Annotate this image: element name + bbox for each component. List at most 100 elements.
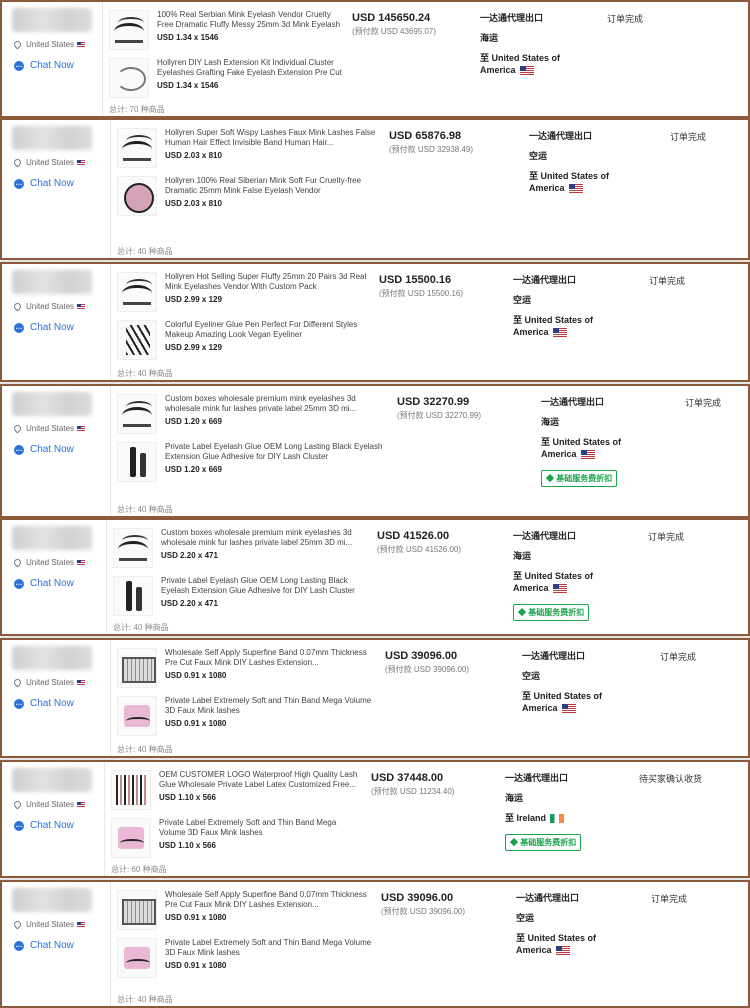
buyer-info: United States … Chat Now [2,120,102,258]
product-thumbnail[interactable] [111,770,151,810]
product-thumbnail[interactable] [117,696,157,736]
product-title[interactable]: OEM CUSTOMER LOGO Waterproof High Qualit… [159,770,364,790]
product-title[interactable]: Wholesale Self Apply Superfine Band 0.07… [165,648,378,668]
transport-mode: 空运 [529,151,548,161]
product-item[interactable]: Private Label Eyelash Glue OEM Long Last… [117,442,390,482]
product-title[interactable]: Hollyren Hot Selling Super Fluffy 25mm 2… [165,272,372,292]
product-title[interactable]: 100% Real Serbian Mink Eyelash Vendor Cr… [157,10,345,30]
shipping-info: 一达通代理出口 空运至 United States of America [513,274,623,346]
product-title[interactable]: Hollyren Super Soft Wispy Lashes Faux Mi… [165,128,382,148]
service-discount-badge[interactable]: ◆ 基础服务费折扣 [541,470,618,487]
product-item[interactable]: Custom boxes wholesale premium mink eyel… [113,528,370,568]
product-price-qty: USD 2.99 x 129 [165,343,222,352]
chat-now-button[interactable]: … Chat Now [14,178,74,189]
shipping-info: 一达通代理出口 海运至 United States of America ◆ 基础服务… [541,396,651,487]
product-title[interactable]: Hollyren 100% Real Siberian Mink Soft Fu… [165,176,382,196]
total-amount: USD 39096.00 [385,650,458,662]
product-info: Hollyren Super Soft Wispy Lashes Faux Mi… [165,128,382,168]
export-method: 一达通代理出口 [480,13,544,23]
product-thumbnail[interactable] [117,176,157,216]
product-item[interactable]: Private Label Extremely Soft and Thin Ba… [117,696,378,736]
product-title[interactable]: Wholesale Self Apply Superfine Band 0.07… [165,890,374,910]
badge-label: 基础服务费折扣 [520,838,577,847]
product-item[interactable]: 100% Real Serbian Mink Eyelash Vendor Cr… [109,10,345,50]
product-item[interactable]: Hollyren 100% Real Siberian Mink Soft Fu… [117,176,382,216]
product-info: Private Label Eyelash Glue OEM Long Last… [161,576,370,616]
product-item[interactable]: Colorful Eyeliner Glue Pen Perfect For D… [117,320,372,360]
product-title[interactable]: Private Label Extremely Soft and Thin Ba… [165,696,378,716]
product-price-qty: USD 1.10 x 566 [159,841,216,850]
product-item[interactable]: Hollyren Hot Selling Super Fluffy 25mm 2… [117,272,372,312]
product-title[interactable]: Private Label Extremely Soft and Thin Ba… [165,938,374,958]
product-thumbnail[interactable] [117,890,157,930]
us-flag-icon [519,66,534,76]
deposit-amount: (预付款 USD 15500.16) [379,289,464,298]
product-item[interactable]: Custom boxes wholesale premium mink eyel… [117,394,390,434]
product-info: Wholesale Self Apply Superfine Band 0.07… [165,890,374,930]
order-price: USD 39096.00 (预付款 USD 39096.00) [381,892,465,917]
product-thumbnail[interactable] [117,394,157,434]
chat-now-button[interactable]: … Chat Now [14,322,74,333]
service-discount-badge[interactable]: ◆ 基础服务费折扣 [505,834,582,851]
product-thumbnail[interactable] [109,58,149,98]
chat-now-button[interactable]: … Chat Now [14,578,74,589]
product-title[interactable]: Hollyren DIY Lash Extension Kit Individu… [157,58,345,78]
product-item[interactable]: Wholesale Self Apply Superfine Band 0.07… [117,648,378,688]
location-pin-icon [12,677,23,688]
total-amount: USD 65876.98 [389,130,462,142]
product-thumbnail[interactable] [117,938,157,978]
product-thumbnail[interactable] [109,10,149,50]
chat-now-button[interactable]: … Chat Now [14,940,74,951]
chat-now-button[interactable]: … Chat Now [14,444,74,455]
transport-mode: 空运 [513,295,532,305]
us-flag-icon [77,303,86,310]
location-pin-icon [12,919,23,930]
product-thumbnail[interactable] [113,528,153,568]
product-thumbnail[interactable] [117,128,157,168]
product-thumbnail[interactable] [117,320,157,360]
product-price-qty: USD 1.20 x 669 [165,417,222,426]
product-item[interactable]: Private Label Extremely Soft and Thin Ba… [117,938,374,978]
chat-now-button[interactable]: … Chat Now [14,820,74,831]
product-item[interactable]: OEM CUSTOMER LOGO Waterproof High Qualit… [111,770,364,810]
product-thumbnail[interactable] [113,576,153,616]
product-item[interactable]: Hollyren DIY Lash Extension Kit Individu… [109,58,345,98]
product-title[interactable]: Private Label Eyelash Glue OEM Long Last… [165,442,390,462]
product-title[interactable]: Custom boxes wholesale premium mink eyel… [165,394,390,414]
items-total: 总计: 40 种商品 [113,623,169,632]
product-item[interactable]: Wholesale Self Apply Superfine Band 0.07… [117,890,374,930]
product-thumbnail[interactable] [111,818,151,858]
export-method: 一达通代理出口 [505,773,569,783]
destination: 至 United States of America [513,570,623,594]
product-item[interactable]: Private Label Eyelash Glue OEM Long Last… [113,576,370,616]
destination: 至 United States of America [529,170,639,194]
product-title[interactable]: Private Label Extremely Soft and Thin Ba… [159,818,364,838]
shipping-info: 一达通代理出口 空运至 United States of America [529,130,639,202]
product-price-qty: USD 2.20 x 471 [161,551,218,560]
order-items: Custom boxes wholesale premium mink eyel… [106,520,373,634]
product-title[interactable]: Custom boxes wholesale premium mink eyel… [161,528,370,548]
us-flag-icon [77,679,86,686]
chat-bubble-icon: … [14,60,24,71]
buyer-name-blurred [12,270,92,294]
destination: 至 United States of America [522,690,632,714]
deposit-amount: (预付款 USD 43695.07) [352,27,437,36]
product-thumbnail[interactable] [117,648,157,688]
transport-mode: 海运 [541,417,560,427]
product-thumbnail[interactable] [117,442,157,482]
product-title[interactable]: Colorful Eyeliner Glue Pen Perfect For D… [165,320,372,340]
items-total: 总计: 40 种商品 [117,247,173,256]
product-item[interactable]: Private Label Extremely Soft and Thin Ba… [111,818,364,858]
chat-now-label: Chat Now [30,698,74,709]
buyer-info: United States … Chat Now [2,640,102,756]
location-pin-icon [12,157,23,168]
product-info: Hollyren DIY Lash Extension Kit Individu… [157,58,345,98]
product-item[interactable]: Hollyren Super Soft Wispy Lashes Faux Mi… [117,128,382,168]
service-discount-badge[interactable]: ◆ 基础服务费折扣 [513,604,590,621]
product-thumbnail[interactable] [117,272,157,312]
product-info: Wholesale Self Apply Superfine Band 0.07… [165,648,378,688]
chat-now-button[interactable]: … Chat Now [14,698,74,709]
product-title[interactable]: Private Label Eyelash Glue OEM Long Last… [161,576,370,596]
chat-now-button[interactable]: … Chat Now [14,60,74,71]
product-price-qty: USD 2.03 x 810 [165,199,222,208]
